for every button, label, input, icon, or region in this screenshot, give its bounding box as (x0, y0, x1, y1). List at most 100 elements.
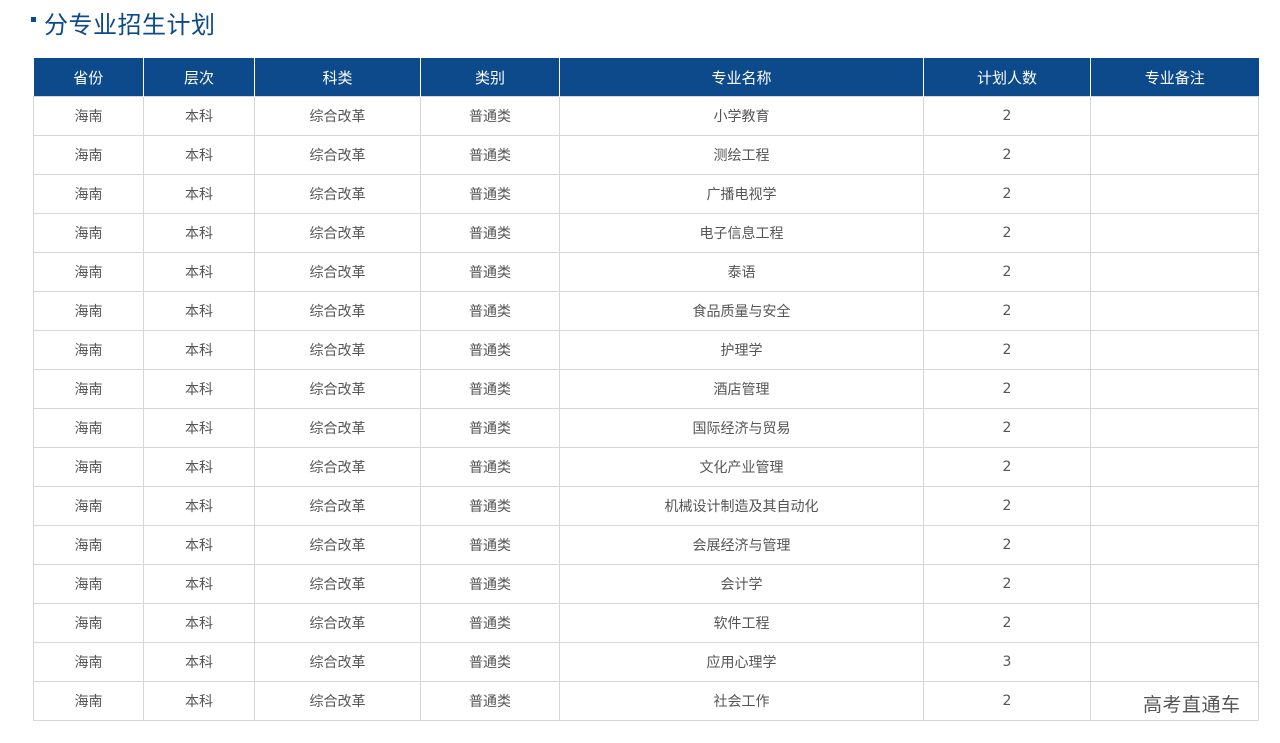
plan-count-cell: 2 (923, 603, 1091, 643)
page-title: 分专业招生计划 (44, 10, 216, 39)
major-name-cell: 机械设计制造及其自动化 (559, 486, 924, 526)
major-notes-cell (1090, 369, 1259, 409)
major-name-cell: 会展经济与管理 (559, 525, 924, 565)
plan-count-cell: 3 (923, 642, 1091, 682)
type-cell: 普通类 (420, 369, 560, 409)
major-notes-cell (1090, 603, 1259, 643)
level-cell: 本科 (143, 447, 255, 487)
major-notes-cell (1090, 642, 1259, 682)
major-notes-cell (1090, 408, 1259, 448)
level-cell: 本科 (143, 330, 255, 370)
table-row: 海南 本科 综合改革 普通类 食品质量与安全 2 (33, 291, 1259, 331)
plan-count-cell: 2 (923, 564, 1091, 604)
major-notes-cell (1090, 564, 1259, 604)
table-row: 海南 本科 综合改革 普通类 护理学 2 (33, 330, 1259, 370)
plan-count-cell: 2 (923, 681, 1091, 721)
major-name-cell: 社会工作 (559, 681, 924, 721)
plan-count-cell: 2 (923, 174, 1091, 214)
subject-category-cell: 综合改革 (254, 96, 421, 136)
table-row: 海南 本科 综合改革 普通类 机械设计制造及其自动化 2 (33, 486, 1259, 526)
table-header-row: 省份 层次 科类 类别 专业名称 计划人数 专业备注 (33, 58, 1259, 97)
level-cell: 本科 (143, 135, 255, 175)
table-row: 海南 本科 综合改革 普通类 泰语 2 (33, 252, 1259, 292)
major-notes-cell (1090, 447, 1259, 487)
level-cell: 本科 (143, 213, 255, 253)
level-cell: 本科 (143, 96, 255, 136)
table-row: 海南 本科 综合改革 普通类 国际经济与贸易 2 (33, 408, 1259, 448)
major-name-cell: 测绘工程 (559, 135, 924, 175)
subject-category-cell: 综合改革 (254, 525, 421, 565)
table-row: 海南 本科 综合改革 普通类 酒店管理 2 (33, 369, 1259, 409)
table-row: 海南 本科 综合改革 普通类 社会工作 2 (33, 681, 1259, 721)
plan-count-cell: 2 (923, 447, 1091, 487)
province-cell: 海南 (33, 642, 144, 682)
column-header-type: 类别 (420, 58, 560, 97)
table-row: 海南 本科 综合改革 普通类 测绘工程 2 (33, 135, 1259, 175)
square-bullet-icon (31, 16, 36, 22)
type-cell: 普通类 (420, 174, 560, 214)
type-cell: 普通类 (420, 603, 560, 643)
table-row: 海南 本科 综合改革 普通类 电子信息工程 2 (33, 213, 1259, 253)
enrollment-plan-table: 省份 层次 科类 类别 专业名称 计划人数 专业备注 海南 本科 综合改革 普通类 小学… (33, 58, 1259, 721)
plan-count-cell: 2 (923, 135, 1091, 175)
subject-category-cell: 综合改革 (254, 213, 421, 253)
table-row: 海南 本科 综合改革 普通类 软件工程 2 (33, 603, 1259, 643)
level-cell: 本科 (143, 564, 255, 604)
major-name-cell: 应用心理学 (559, 642, 924, 682)
subject-category-cell: 综合改革 (254, 252, 421, 292)
table-row: 海南 本科 综合改革 普通类 广播电视学 2 (33, 174, 1259, 214)
major-name-cell: 小学教育 (559, 96, 924, 136)
major-name-cell: 护理学 (559, 330, 924, 370)
level-cell: 本科 (143, 603, 255, 643)
type-cell: 普通类 (420, 96, 560, 136)
level-cell: 本科 (143, 525, 255, 565)
level-cell: 本科 (143, 369, 255, 409)
province-cell: 海南 (33, 174, 144, 214)
province-cell: 海南 (33, 486, 144, 526)
major-notes-cell (1090, 135, 1259, 175)
province-cell: 海南 (33, 369, 144, 409)
table-body: 海南 本科 综合改革 普通类 小学教育 2 海南 本科 综合改革 普通类 测绘工程 2 海南 本科 综合改革… (33, 96, 1259, 721)
major-notes-cell (1090, 96, 1259, 136)
major-name-cell: 会计学 (559, 564, 924, 604)
type-cell: 普通类 (420, 486, 560, 526)
type-cell: 普通类 (420, 291, 560, 331)
major-name-cell: 泰语 (559, 252, 924, 292)
province-cell: 海南 (33, 213, 144, 253)
subject-category-cell: 综合改革 (254, 681, 421, 721)
level-cell: 本科 (143, 252, 255, 292)
type-cell: 普通类 (420, 642, 560, 682)
type-cell: 普通类 (420, 213, 560, 253)
plan-count-cell: 2 (923, 252, 1091, 292)
province-cell: 海南 (33, 135, 144, 175)
table-row: 海南 本科 综合改革 普通类 小学教育 2 (33, 96, 1259, 136)
type-cell: 普通类 (420, 447, 560, 487)
plan-count-cell: 2 (923, 486, 1091, 526)
major-notes-cell (1090, 213, 1259, 253)
subject-category-cell: 综合改革 (254, 174, 421, 214)
province-cell: 海南 (33, 603, 144, 643)
level-cell: 本科 (143, 681, 255, 721)
type-cell: 普通类 (420, 681, 560, 721)
major-notes-cell (1090, 486, 1259, 526)
major-notes-cell (1090, 291, 1259, 331)
province-cell: 海南 (33, 330, 144, 370)
plan-count-cell: 2 (923, 408, 1091, 448)
type-cell: 普通类 (420, 252, 560, 292)
table-row: 海南 本科 综合改革 普通类 会计学 2 (33, 564, 1259, 604)
type-cell: 普通类 (420, 564, 560, 604)
level-cell: 本科 (143, 486, 255, 526)
table-row: 海南 本科 综合改革 普通类 文化产业管理 2 (33, 447, 1259, 487)
major-name-cell: 酒店管理 (559, 369, 924, 409)
major-notes-cell (1090, 174, 1259, 214)
province-cell: 海南 (33, 681, 144, 721)
subject-category-cell: 综合改革 (254, 408, 421, 448)
level-cell: 本科 (143, 642, 255, 682)
major-notes-cell (1090, 330, 1259, 370)
column-header-level: 层次 (143, 58, 255, 97)
plan-count-cell: 2 (923, 369, 1091, 409)
type-cell: 普通类 (420, 135, 560, 175)
subject-category-cell: 综合改革 (254, 135, 421, 175)
subject-category-cell: 综合改革 (254, 642, 421, 682)
province-cell: 海南 (33, 252, 144, 292)
